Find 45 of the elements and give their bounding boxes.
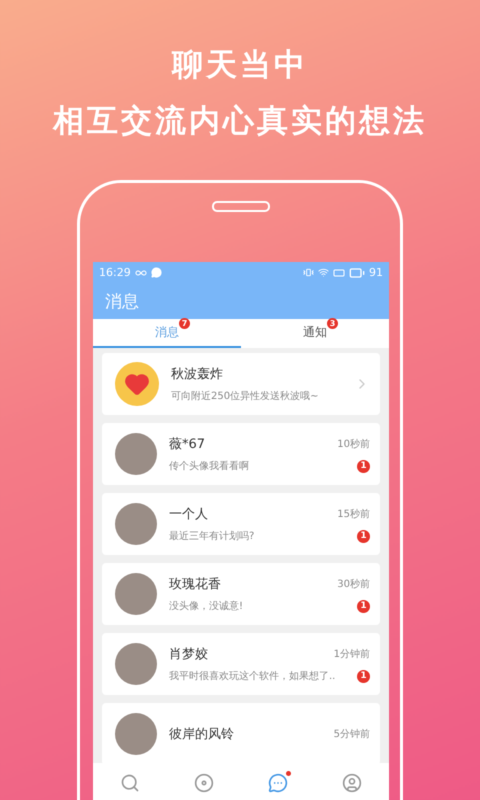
- promo-subtitle: 可向附近250位异性发送秋波哦~: [171, 390, 320, 403]
- headline: 聊天当中: [172, 46, 308, 84]
- chat-card[interactable]: 薇*67 10秒前 传个头像我看看啊 1: [102, 423, 380, 485]
- chat-card[interactable]: 肖梦姣 1分钟前 我平时很喜欢玩这个软件，如果想了.. 1: [102, 633, 380, 695]
- wifi-icon: [318, 267, 329, 278]
- message-preview: 最近三年有计划吗?: [169, 530, 254, 543]
- screen-icon: [333, 266, 345, 278]
- contact-name: 彼岸的风铃: [169, 726, 234, 743]
- message-preview: 没头像，没诚意!: [169, 600, 244, 613]
- message-time: 1分钟前: [334, 648, 370, 661]
- promo-card[interactable]: 秋波轰炸 可向附近250位异性发送秋波哦~: [102, 353, 380, 415]
- promo-title: 秋波轰炸: [171, 366, 224, 383]
- avatar-placeholder: [115, 643, 157, 685]
- avatar-placeholder: [115, 573, 157, 615]
- avatar-placeholder: [115, 433, 157, 475]
- avatar-placeholder: [115, 713, 157, 755]
- count-badge: 7: [179, 318, 190, 329]
- message-preview: 我平时很喜欢玩这个软件，如果想了..: [169, 670, 336, 683]
- battery-level: 91: [369, 266, 383, 279]
- unread-badge: 1: [357, 670, 370, 682]
- tab[interactable]: 消息 7: [93, 319, 241, 348]
- message-preview: 传个头像我看看啊: [169, 460, 249, 473]
- unread-badge: 1: [357, 460, 370, 472]
- vibrate-icon: [303, 267, 314, 278]
- message-time: 10秒前: [337, 438, 370, 451]
- status-time: 16:29: [99, 266, 131, 279]
- unread-badge: 1: [357, 600, 370, 612]
- chat-card[interactable]: 一个人 15秒前 最近三年有计划吗? 1: [102, 493, 380, 555]
- avatar-placeholder: [115, 503, 157, 545]
- chat-card[interactable]: 彼岸的风铃 5分钟前: [102, 703, 380, 763]
- message-time: 30秒前: [337, 578, 370, 591]
- count-badge: 3: [327, 318, 338, 329]
- message-time: 15秒前: [337, 508, 370, 521]
- chat-card[interactable]: 玫瑰花香 30秒前 没头像，没诚意! 1: [102, 563, 380, 625]
- headline: 相互交流内心真实的想法: [53, 102, 427, 140]
- message-time: 5分钟前: [334, 728, 370, 741]
- unread-badge: 1: [357, 530, 370, 542]
- tab[interactable]: 通知 3: [241, 319, 389, 348]
- contact-name: 肖梦姣: [169, 646, 208, 663]
- page-title: 消息: [105, 290, 139, 312]
- contact-name: 玫瑰花香: [169, 576, 221, 593]
- speaker-slot: [212, 201, 270, 212]
- chat-bubble-icon: [150, 267, 162, 278]
- contact-name: 一个人: [169, 506, 208, 523]
- contact-name: 薇*67: [169, 436, 206, 453]
